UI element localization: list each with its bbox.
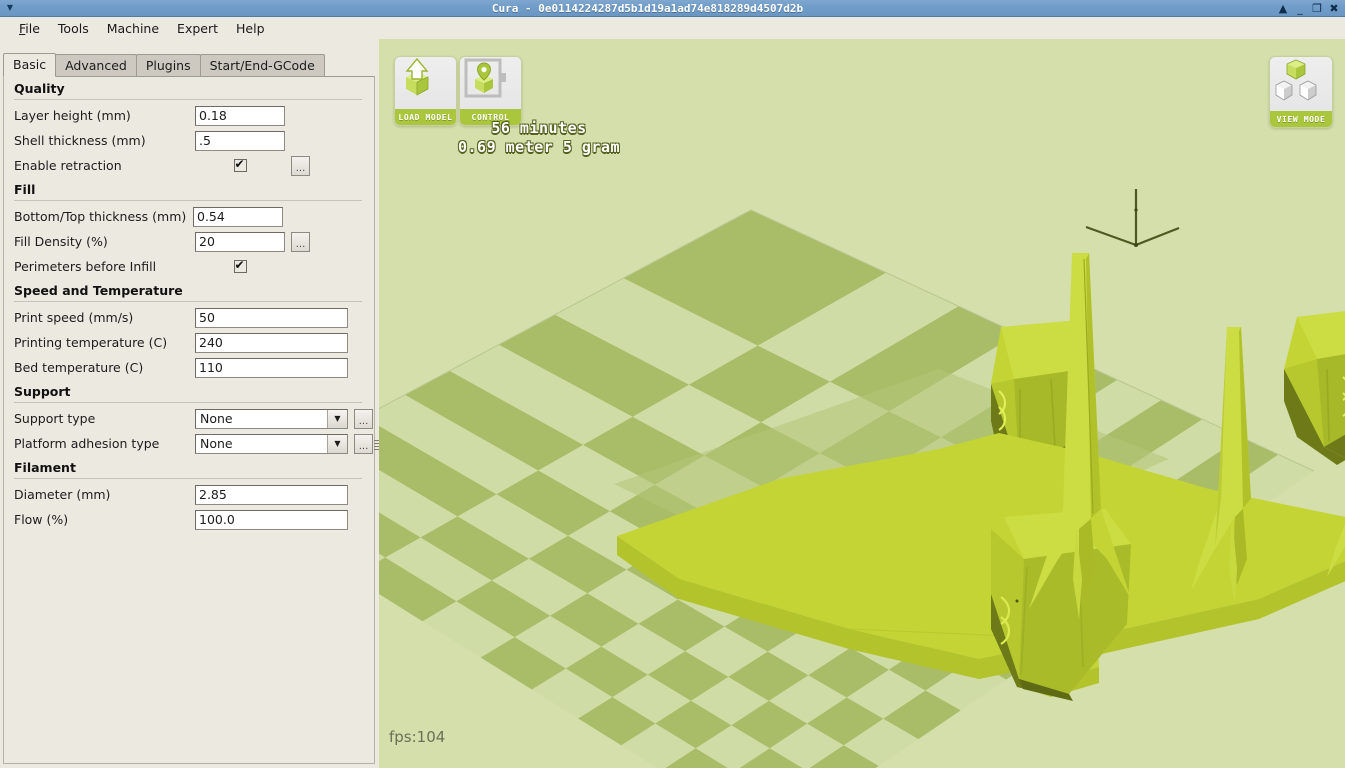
window-titlebar: ▼ Cura - 0e0114224287d5b1d19a1ad74e81828… xyxy=(0,0,1345,17)
label-diameter: Diameter (mm) xyxy=(14,487,111,502)
three-cubes-icon xyxy=(1270,57,1332,111)
menu-item-help[interactable]: Help xyxy=(227,19,274,38)
maximize-window-icon[interactable]: ❐ xyxy=(1311,3,1323,14)
input-bottom-top-thickness[interactable] xyxy=(193,206,283,227)
select-platform-adhesion-type[interactable]: None ▼ xyxy=(195,433,348,454)
row-print-speed: Print speed (mm/s) xyxy=(4,305,374,330)
tab-plugins[interactable]: Plugins xyxy=(135,54,201,77)
checkbox-perimeters-before-infill[interactable] xyxy=(233,258,247,273)
select-support-type-value: None xyxy=(196,409,327,428)
row-bottom-top-thickness: Bottom/Top thickness (mm) xyxy=(4,204,374,229)
row-diameter: Diameter (mm) xyxy=(4,482,374,507)
more-options-button-retraction[interactable]: ... xyxy=(291,155,310,176)
input-printing-temperature[interactable] xyxy=(195,332,348,353)
label-bottom-top-thickness: Bottom/Top thickness (mm) xyxy=(14,209,187,224)
select-platform-adhesion-type-value: None xyxy=(196,434,327,453)
chevron-down-icon[interactable]: ▼ xyxy=(327,434,347,453)
label-platform-adhesion-type: Platform adhesion type xyxy=(14,436,160,451)
group-divider xyxy=(14,478,362,479)
input-bed-temperature[interactable] xyxy=(195,357,348,378)
tab-basic[interactable]: Basic xyxy=(3,53,57,77)
3d-viewport[interactable]: LOAD MODEL CONTROL VIEW MODE 56 minutes … xyxy=(379,39,1345,768)
tab-start-end-gcode[interactable]: Start/End-GCode xyxy=(199,54,325,77)
select-support-type[interactable]: None ▼ xyxy=(195,408,348,429)
menu-item-file[interactable]: File xyxy=(10,19,49,38)
load-model-button[interactable]: LOAD MODEL xyxy=(394,56,457,126)
group-title-speed-and-temperature: Speed and Temperature xyxy=(14,283,183,298)
label-enable-retraction: Enable retraction xyxy=(14,158,122,173)
label-support-type: Support type xyxy=(14,411,96,426)
settings-panel: Basic Advanced Plugins Start/End-GCode Q… xyxy=(0,39,381,768)
more-options-button-support-type[interactable]: ... xyxy=(354,408,373,429)
label-fill-density: Fill Density (%) xyxy=(14,234,108,249)
label-flow: Flow (%) xyxy=(14,512,69,527)
upload-cube-icon xyxy=(395,57,456,109)
printer-pin-icon xyxy=(460,57,521,109)
3d-scene-canvas xyxy=(379,39,1345,768)
control-button-label: CONTROL xyxy=(460,109,521,125)
row-fill-density: Fill Density (%) ... xyxy=(4,229,374,254)
basic-tab-content: Quality Layer height (mm) Shell thicknes… xyxy=(3,76,375,764)
input-flow[interactable] xyxy=(195,509,348,530)
tab-advanced[interactable]: Advanced xyxy=(55,54,137,77)
input-fill-density[interactable] xyxy=(195,231,285,252)
label-shell-thickness: Shell thickness (mm) xyxy=(14,133,146,148)
group-divider xyxy=(14,301,362,302)
input-layer-height[interactable] xyxy=(195,105,285,126)
group-divider xyxy=(14,99,362,100)
close-window-icon[interactable]: ✖ xyxy=(1328,3,1340,14)
row-shell-thickness: Shell thickness (mm) xyxy=(4,128,374,153)
label-print-speed: Print speed (mm/s) xyxy=(14,310,134,325)
input-print-speed[interactable] xyxy=(195,307,348,328)
more-options-button-platform-adhesion[interactable]: ... xyxy=(354,433,373,454)
settings-tabstrip: Basic Advanced Plugins Start/End-GCode xyxy=(0,53,379,77)
menu-item-machine[interactable]: Machine xyxy=(98,19,168,38)
checkbox-wrap xyxy=(195,258,285,273)
chevron-down-icon[interactable]: ▼ xyxy=(327,409,347,428)
minimize-window-icon[interactable]: _ xyxy=(1294,3,1306,14)
checkbox-enable-retraction[interactable] xyxy=(233,157,247,172)
checkbox-wrap xyxy=(195,157,285,172)
shade-window-icon[interactable]: ▲ xyxy=(1277,3,1289,14)
label-printing-temperature: Printing temperature (C) xyxy=(14,335,168,350)
row-support-type: Support type None ▼ ... xyxy=(4,406,374,431)
row-perimeters-before-infill: Perimeters before Infill xyxy=(4,254,374,279)
control-button[interactable]: CONTROL xyxy=(459,56,522,126)
label-layer-height: Layer height (mm) xyxy=(14,108,131,123)
group-title-support: Support xyxy=(14,384,71,399)
input-diameter[interactable] xyxy=(195,484,348,505)
cura-application-window: ▼ Cura - 0e0114224287d5b1d19a1ad74e81828… xyxy=(0,0,1345,768)
row-layer-height: Layer height (mm) xyxy=(4,103,374,128)
menubar: File Tools Machine Expert Help xyxy=(0,17,1345,39)
menu-item-tools[interactable]: Tools xyxy=(49,19,98,38)
group-title-quality: Quality xyxy=(14,81,65,96)
window-menu-icon[interactable]: ▼ xyxy=(2,2,18,15)
label-bed-temperature: Bed temperature (C) xyxy=(14,360,144,375)
input-shell-thickness[interactable] xyxy=(195,130,285,151)
menu-item-expert[interactable]: Expert xyxy=(168,19,227,38)
row-enable-retraction: Enable retraction ... xyxy=(4,153,374,178)
group-title-fill: Fill xyxy=(14,182,36,197)
group-title-filament: Filament xyxy=(14,460,76,475)
view-mode-button[interactable]: VIEW MODE xyxy=(1269,56,1333,128)
row-printing-temperature: Printing temperature (C) xyxy=(4,330,374,355)
group-divider xyxy=(14,200,362,201)
window-controls: ▲ _ ❐ ✖ xyxy=(1277,3,1340,14)
window-title: Cura - 0e0114224287d5b1d19a1ad74e818289d… xyxy=(491,1,804,15)
row-platform-adhesion-type: Platform adhesion type None ▼ ... xyxy=(4,431,374,456)
row-bed-temperature: Bed temperature (C) xyxy=(4,355,374,380)
group-divider xyxy=(14,402,362,403)
load-model-button-label: LOAD MODEL xyxy=(395,109,456,125)
more-options-button-fill-density[interactable]: ... xyxy=(291,231,310,252)
view-mode-button-label: VIEW MODE xyxy=(1270,111,1332,127)
label-perimeters-before-infill: Perimeters before Infill xyxy=(14,259,157,274)
row-flow: Flow (%) xyxy=(4,507,374,532)
